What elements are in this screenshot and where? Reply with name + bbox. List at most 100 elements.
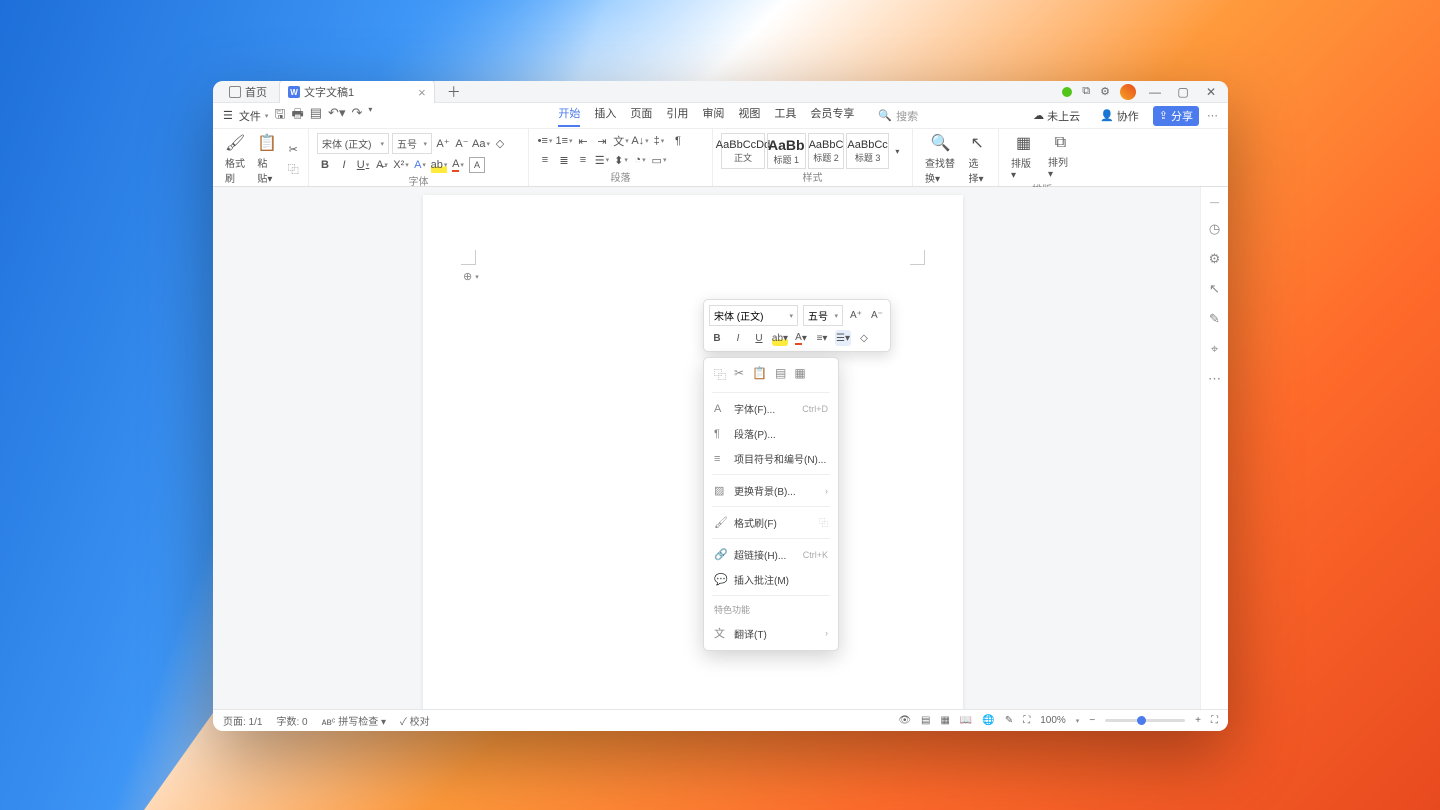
align-justify-icon[interactable]: ☰ (594, 152, 610, 168)
mini-size-combo[interactable]: 五号▾ (803, 305, 843, 326)
more-quick-icon[interactable]: ▾ (368, 105, 372, 127)
sort-icon[interactable]: A↓ (632, 133, 648, 149)
styles-more-icon[interactable]: ▾ (891, 143, 904, 159)
ribbon-tab-reference[interactable]: 引用 (666, 105, 688, 127)
sync-status-icon[interactable] (1062, 87, 1072, 97)
style-heading1[interactable]: AaBb标题 1 (767, 133, 806, 169)
align-left-icon[interactable]: ≡ (537, 152, 553, 168)
ctx-comment[interactable]: 💬插入批注(M) (704, 567, 838, 592)
collapse-panel-icon[interactable]: — (1210, 197, 1219, 207)
mini-font-combo[interactable]: 宋体 (正文)▾ (709, 305, 798, 326)
minimize-button[interactable]: — (1146, 85, 1164, 99)
status-spell[interactable]: ᴀʙᶜ 拼写检查 ▾ (322, 713, 386, 728)
menu-file[interactable]: 文件▾ (239, 108, 269, 124)
ctx-copy-icon[interactable]: ⿻ (714, 366, 726, 383)
char-shading-icon[interactable]: A (469, 157, 485, 173)
mini-list-icon[interactable]: ≡▾ (814, 330, 830, 346)
ctx-hyperlink[interactable]: 🔗超链接(H)...Ctrl+K (704, 542, 838, 567)
ribbon-tab-page[interactable]: 页面 (630, 105, 652, 127)
line-spacing-icon[interactable]: ‡ (651, 133, 667, 149)
increase-indent-icon[interactable]: ⇥ (594, 133, 610, 149)
layout-button[interactable]: ▦排版▾ (1007, 133, 1040, 181)
mini-grow-font-icon[interactable]: A⁺ (848, 308, 864, 324)
change-case-icon[interactable]: Aa (473, 136, 489, 152)
ribbon-tab-tools[interactable]: 工具 (774, 105, 796, 127)
layout-icon[interactable]: ⧉ (1082, 85, 1090, 98)
show-marks-icon[interactable]: ¶ (670, 133, 686, 149)
more-panel-icon[interactable]: ⋯ (1208, 371, 1221, 387)
superscript-icon[interactable]: X² (393, 157, 409, 173)
style-heading3[interactable]: AaBbCc标题 3 (846, 133, 888, 169)
text-direction-icon[interactable]: 文 (613, 133, 629, 149)
ribbon-tab-insert[interactable]: 插入 (594, 105, 616, 127)
ctx-format-brush[interactable]: 🖌格式刷(F)⿻ (704, 510, 838, 535)
font-name-combo[interactable]: 宋体 (正文)▾ (317, 133, 389, 154)
page-action-button[interactable]: ⊕ ▾ (463, 270, 479, 283)
grow-font-icon[interactable]: A⁺ (435, 136, 451, 152)
pencil-panel-icon[interactable]: ✎ (1209, 311, 1220, 327)
clear-format-icon[interactable]: ◇ (492, 136, 508, 152)
mini-bold-icon[interactable]: B (709, 330, 725, 346)
mini-underline-icon[interactable]: U (751, 330, 767, 346)
share-button[interactable]: ⇪分享 (1153, 106, 1199, 126)
ribbon-tab-start[interactable]: 开始 (558, 105, 580, 127)
zoom-in-button[interactable]: + (1195, 715, 1201, 726)
view-outline-icon[interactable]: ▦ (940, 715, 949, 726)
view-print-icon[interactable]: ▤ (921, 715, 930, 726)
undo-icon[interactable]: ↶▾ (328, 105, 345, 127)
tab-home[interactable]: 首页 (221, 81, 275, 103)
status-proof[interactable]: ✓ 校对 (400, 713, 430, 728)
paste-button[interactable]: 📋粘贴▾ (253, 133, 281, 185)
bold-icon[interactable]: B (317, 157, 333, 173)
ctx-cut-icon[interactable]: ✂ (734, 366, 744, 383)
settings-icon[interactable]: ⚙ (1100, 85, 1110, 98)
bullet-list-icon[interactable]: •≡ (537, 133, 553, 149)
border-icon[interactable]: ▭ (651, 152, 667, 168)
ctx-background[interactable]: ▨更换背景(B)...› (704, 478, 838, 503)
arrange-button[interactable]: ⧉排列▾ (1044, 134, 1077, 180)
highlight-icon[interactable]: ab (431, 157, 447, 173)
zoom-slider[interactable] (1105, 719, 1185, 722)
zoom-out-button[interactable]: − (1089, 715, 1095, 726)
status-page[interactable]: 页面: 1/1 (223, 713, 262, 728)
view-read-icon[interactable]: 📖 (960, 715, 972, 726)
format-brush-button[interactable]: 🖌格式刷 (221, 133, 249, 185)
copy-icon[interactable]: ⿻ (285, 161, 301, 177)
mini-align-icon[interactable]: ☰▾ (835, 330, 851, 346)
clock-icon[interactable]: ◷ (1209, 221, 1220, 237)
mini-shrink-font-icon[interactable]: A⁻ (869, 308, 885, 324)
redo-icon[interactable]: ↷ (351, 105, 362, 127)
strikethrough-icon[interactable]: A̶ (374, 157, 390, 173)
cloud-status[interactable]: ☁未上云 (1027, 106, 1086, 126)
ribbon-tab-member[interactable]: 会员专享 (810, 105, 854, 127)
ctx-paste-special-icon[interactable]: ▦ (794, 366, 805, 383)
document-area[interactable]: ⊕ ▾ — ◷ ⚙ ↖ ✎ ⌖ ⋯ 宋体 (正文)▾ 五号▾ A⁺ A⁻ B I… (213, 187, 1228, 709)
tab-document[interactable]: W 文字文稿1 × (279, 81, 435, 103)
find-replace-button[interactable]: 🔍查找替换▾ (921, 133, 961, 185)
view-focus-icon[interactable]: ✎ (1005, 715, 1013, 726)
align-right-icon[interactable]: ≡ (575, 152, 591, 168)
font-size-combo[interactable]: 五号▾ (392, 133, 432, 154)
view-web-icon[interactable]: 🌐 (982, 715, 994, 726)
mini-highlight-icon[interactable]: ab▾ (772, 330, 788, 346)
ctx-translate[interactable]: 文翻译(T)› (704, 620, 838, 646)
style-body[interactable]: AaBbCcDd正文 (721, 133, 765, 169)
more-menu-icon[interactable]: ⋯ (1207, 109, 1218, 122)
font-color-icon[interactable]: A (450, 157, 466, 173)
zoom-level[interactable]: 100% (1040, 715, 1066, 726)
fullscreen-button[interactable]: ⛶ (1211, 715, 1218, 726)
cursor-panel-icon[interactable]: ↖ (1209, 281, 1220, 297)
new-tab-button[interactable]: ＋ (447, 82, 461, 102)
shading-icon[interactable]: ◔ (632, 152, 648, 168)
ctx-font[interactable]: A字体(F)...Ctrl+D (704, 396, 838, 421)
style-heading2[interactable]: AaBbC标题 2 (808, 133, 845, 169)
text-effects-icon[interactable]: A (412, 157, 428, 173)
italic-icon[interactable]: I (336, 157, 352, 173)
ctx-paragraph[interactable]: ¶段落(P)... (704, 421, 838, 446)
mini-font-color-icon[interactable]: A▾ (793, 330, 809, 346)
ribbon-tab-review[interactable]: 审阅 (702, 105, 724, 127)
vertical-align-icon[interactable]: ⬍ (613, 152, 629, 168)
align-center-icon[interactable]: ≣ (556, 152, 572, 168)
view-fit-icon[interactable]: ⛶ (1023, 715, 1030, 726)
search-box[interactable]: 🔍 搜索 (878, 108, 918, 124)
